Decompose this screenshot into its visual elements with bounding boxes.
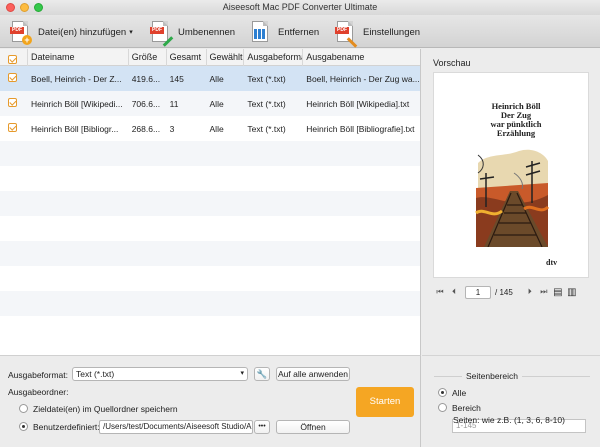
page-navigation: ⏮ ⏴ 1 / 145 ⏵ ⏭ ▤ ▥ — [433, 285, 579, 299]
cell-total: 3 — [169, 123, 175, 134]
source-folder-radio[interactable] — [19, 404, 28, 413]
window-title: Aiseesoft Mac PDF Converter Ultimate — [222, 2, 378, 12]
cover-title: Heinrich Böll Der Zug war pünktlich Erzä… — [490, 101, 542, 138]
document-view-icon[interactable]: ▤ — [551, 287, 565, 298]
cell-output-name[interactable]: Heinrich Böll [Wikipedia].txt — [303, 99, 420, 109]
cell-selected[interactable]: Alle — [207, 74, 245, 84]
row-checkbox[interactable] — [8, 73, 17, 82]
cell-selected[interactable]: Alle — [207, 99, 245, 109]
col-header-selected[interactable]: Gewählt — [207, 49, 245, 66]
cell-output-name[interactable]: Boell, Heinrich - Der Zug wa... — [303, 74, 420, 84]
divider — [422, 355, 600, 356]
source-folder-option-label[interactable]: Zieldatei(en) im Quellordner speichern — [33, 404, 178, 414]
cover-illustration — [474, 143, 550, 247]
select-all-checkbox[interactable] — [8, 55, 17, 64]
cell-format[interactable]: Text (*.txt) — [244, 74, 303, 84]
remove-button[interactable]: Entfernen — [250, 18, 319, 46]
rename-button[interactable]: PDF Umbenennen — [150, 18, 235, 47]
range-label[interactable]: Bereich — [452, 403, 481, 413]
preview-panel: Vorschau Heinrich Böll Der Zug war pünkt… — [422, 49, 600, 447]
output-path-field[interactable]: /Users/test/Documents/Aiseesoft Studio/A… — [99, 420, 253, 434]
chevron-down-icon: ▾ — [129, 29, 133, 36]
title-bar: Aiseesoft Mac PDF Converter Ultimate — [0, 0, 600, 15]
table-row[interactable]: Boell, Heinrich - Der Z... 419.6... 145 … — [0, 66, 420, 91]
table-row[interactable]: Heinrich Böll [Wikipedi... 706.6... 11 A… — [0, 91, 420, 116]
remove-icon — [250, 20, 272, 45]
cover-publisher: dtv — [546, 258, 558, 267]
custom-folder-option-label[interactable]: Benutzerdefiniert: — [33, 422, 100, 432]
prev-page-icon[interactable]: ⏴ — [447, 287, 461, 297]
book-cover-preview: Heinrich Böll Der Zug war pünktlich Erzä… — [470, 87, 558, 273]
zoom-window-button[interactable] — [34, 3, 43, 12]
col-header-size[interactable]: Größe — [129, 49, 167, 66]
add-pdf-icon: PDF + — [10, 20, 32, 45]
apply-to-all-button[interactable]: Auf alle anwenden — [276, 367, 350, 381]
document-pages-icon[interactable]: ▥ — [565, 287, 579, 298]
output-settings-panel: Ausgabeformat: Text (*.txt) ▾ 🔧 Auf alle… — [0, 355, 421, 447]
output-format-select[interactable]: Text (*.txt) ▾ — [72, 367, 248, 381]
current-page-input[interactable]: 1 — [465, 285, 491, 299]
add-files-button[interactable]: PDF + Datei(en) hinzufügen ▾ — [10, 18, 133, 46]
cell-format[interactable]: Text (*.txt) — [244, 124, 303, 134]
close-window-button[interactable] — [6, 3, 15, 12]
file-table: Dateiname Größe Gesamt Gewählt Ausgabefo… — [0, 49, 421, 355]
last-page-icon[interactable]: ⏭ — [537, 287, 551, 297]
output-folder-label: Ausgabeordner: — [8, 387, 69, 397]
rename-icon: PDF — [150, 20, 174, 47]
settings-tools-icon: PDF — [335, 20, 358, 48]
cell-format[interactable]: Text (*.txt) — [244, 99, 303, 109]
empty-row — [0, 241, 420, 266]
cell-filename: Heinrich Böll [Bibliogr... — [30, 123, 119, 134]
page-range-title: Seitenbereich — [462, 371, 522, 381]
preview-title: Vorschau — [433, 58, 471, 68]
all-pages-label[interactable]: Alle — [452, 388, 466, 398]
page-range-hint: Seiten: wie z.B. (1, 3, 6, 8-10) — [453, 415, 565, 425]
cell-output-name[interactable]: Heinrich Böll [Bibliografie].txt — [303, 124, 420, 134]
format-settings-button[interactable]: 🔧 — [254, 367, 270, 381]
cell-filename: Heinrich Böll [Wikipedi... — [30, 98, 123, 109]
empty-row — [0, 216, 420, 241]
cell-size: 419.6... — [131, 73, 161, 84]
total-pages-label: / 145 — [495, 287, 513, 297]
col-header-output-format[interactable]: Ausgabeformat — [244, 49, 304, 66]
row-checkbox[interactable] — [8, 123, 17, 132]
first-page-icon[interactable]: ⏮ — [433, 287, 447, 297]
table-row[interactable]: Heinrich Böll [Bibliogr... 268.6... 3 Al… — [0, 116, 420, 141]
wrench-icon: 🔧 — [256, 369, 268, 379]
cell-selected[interactable]: Alle — [207, 124, 245, 134]
chevron-down-icon: ▾ — [240, 370, 244, 377]
settings-button[interactable]: PDF Einstellungen — [335, 18, 420, 48]
empty-row — [0, 316, 420, 341]
minimize-window-button[interactable] — [20, 3, 29, 12]
next-page-icon[interactable]: ⏵ — [523, 287, 537, 297]
browse-folder-button[interactable]: ••• — [254, 420, 270, 434]
start-button[interactable]: Starten — [356, 387, 414, 417]
row-checkbox[interactable] — [8, 98, 17, 107]
open-folder-button[interactable]: Öffnen — [276, 420, 350, 434]
col-header-output-name[interactable]: Ausgabename — [303, 49, 420, 66]
cell-size: 268.6... — [131, 123, 161, 134]
empty-row — [0, 166, 420, 191]
empty-row — [0, 291, 420, 316]
select-all-checkbox-cell[interactable] — [0, 49, 28, 66]
empty-row — [0, 141, 420, 166]
range-radio[interactable] — [438, 403, 447, 412]
col-header-filename[interactable]: Dateiname — [28, 49, 129, 66]
all-pages-radio[interactable] — [438, 388, 447, 397]
col-header-total[interactable]: Gesamt — [167, 49, 207, 66]
output-format-label: Ausgabeformat: — [8, 370, 69, 380]
cell-total: 145 — [169, 73, 184, 84]
preview-box: Heinrich Böll Der Zug war pünktlich Erzä… — [433, 72, 589, 278]
empty-row — [0, 191, 420, 216]
custom-folder-radio[interactable] — [19, 422, 28, 431]
toolbar: PDF + Datei(en) hinzufügen ▾ PDF Umbenenn… — [0, 15, 600, 48]
empty-row — [0, 266, 420, 291]
table-header: Dateiname Größe Gesamt Gewählt Ausgabefo… — [0, 49, 420, 66]
cell-size: 706.6... — [131, 98, 161, 109]
cell-total: 11 — [169, 98, 179, 109]
cell-filename: Boell, Heinrich - Der Z... — [30, 73, 122, 84]
